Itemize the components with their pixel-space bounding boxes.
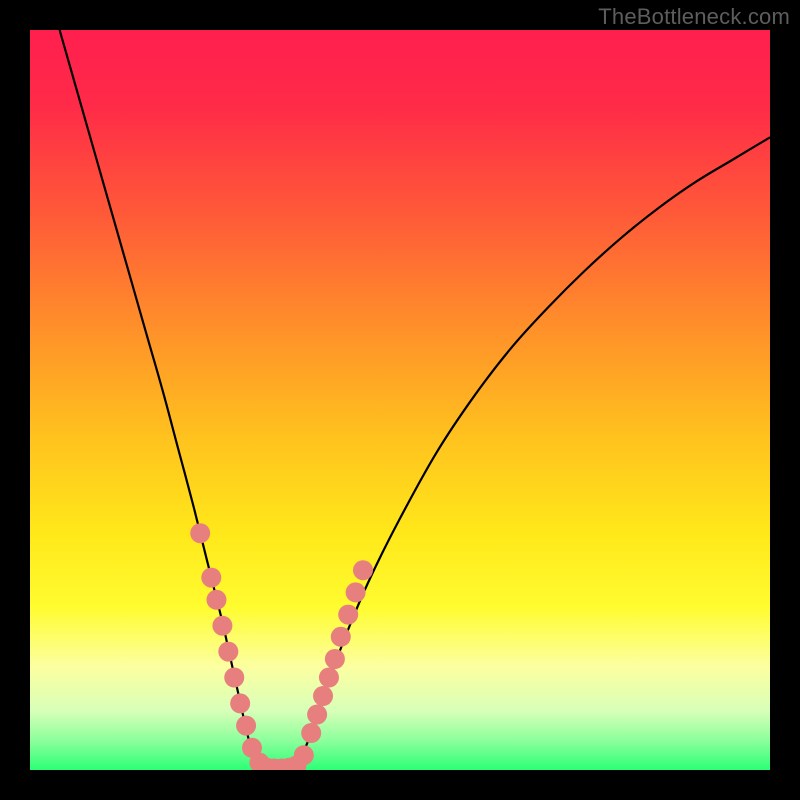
marker-dot bbox=[313, 686, 333, 706]
marker-dot bbox=[201, 568, 221, 588]
marker-dot bbox=[301, 723, 321, 743]
watermark-text: TheBottleneck.com bbox=[598, 4, 790, 30]
marker-dot bbox=[294, 745, 314, 765]
marker-dot bbox=[346, 582, 366, 602]
marker-dot bbox=[319, 668, 339, 688]
gradient-background bbox=[30, 30, 770, 770]
marker-dot bbox=[338, 605, 358, 625]
marker-dot bbox=[218, 642, 238, 662]
bottleneck-chart bbox=[30, 30, 770, 770]
marker-dot bbox=[224, 668, 244, 688]
marker-dot bbox=[325, 649, 345, 669]
marker-dot bbox=[353, 560, 373, 580]
marker-dot bbox=[331, 627, 351, 647]
marker-dot bbox=[206, 590, 226, 610]
outer-frame: TheBottleneck.com bbox=[0, 0, 800, 800]
marker-dot bbox=[307, 705, 327, 725]
marker-dot bbox=[230, 693, 250, 713]
marker-dot bbox=[190, 523, 210, 543]
marker-dot bbox=[236, 716, 256, 736]
marker-dot bbox=[212, 616, 232, 636]
